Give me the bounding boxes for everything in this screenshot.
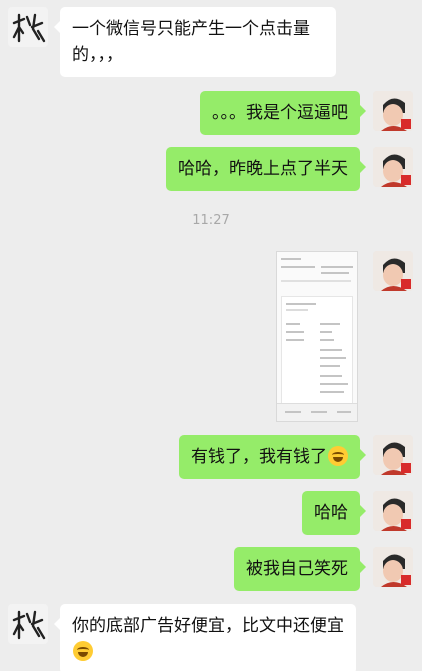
screenshot-bottom-bar bbox=[277, 403, 357, 421]
my-avatar[interactable] bbox=[373, 251, 413, 291]
contact-avatar[interactable] bbox=[8, 7, 48, 47]
message-bubble-outgoing[interactable]: 有钱了，我有钱了 bbox=[179, 435, 366, 479]
my-avatar[interactable] bbox=[373, 491, 413, 531]
my-avatar[interactable] bbox=[373, 147, 413, 187]
message-bubble-outgoing[interactable]: 被我自己笑死 bbox=[234, 547, 366, 591]
message-text: 哈哈 bbox=[314, 503, 348, 523]
message-text: 被我自己笑死 bbox=[246, 559, 348, 579]
my-avatar[interactable] bbox=[373, 435, 413, 475]
my-avatar[interactable] bbox=[373, 91, 413, 131]
timestamp: 11:27 bbox=[192, 213, 230, 228]
laughing-crying-emoji-icon bbox=[328, 446, 348, 466]
message-bubble-incoming[interactable]: 你的底部广告好便宜，比文中还便宜 bbox=[54, 604, 356, 671]
calligraphy-icon bbox=[12, 610, 46, 640]
message-text: 哈哈，昨晚上点了半天 bbox=[178, 159, 348, 179]
message-bubble-incoming[interactable]: 一个微信号只能产生一个点击量的，，， bbox=[54, 7, 336, 77]
calligraphy-icon bbox=[12, 13, 46, 43]
message-bubble-outgoing[interactable]: 哈哈 bbox=[302, 491, 366, 535]
message-text: 。。。我是个逗逼吧 bbox=[212, 103, 348, 123]
message-bubble-outgoing[interactable]: 。。。我是个逗逼吧 bbox=[200, 91, 366, 135]
contact-avatar[interactable] bbox=[8, 604, 48, 644]
portrait-icon bbox=[373, 251, 413, 291]
message-text: 你的底部广告好便宜，比文中还便宜 bbox=[72, 616, 344, 636]
screenshot-image-message[interactable] bbox=[276, 251, 358, 422]
screenshot-content-card bbox=[281, 296, 353, 404]
message-bubble-outgoing[interactable]: 哈哈，昨晚上点了半天 bbox=[166, 147, 366, 191]
portrait-icon bbox=[373, 91, 413, 131]
message-text: 有钱了，我有钱了 bbox=[191, 447, 327, 467]
my-avatar[interactable] bbox=[373, 547, 413, 587]
portrait-icon bbox=[373, 147, 413, 187]
portrait-icon bbox=[373, 491, 413, 531]
portrait-icon bbox=[373, 435, 413, 475]
message-text: 一个微信号只能产生一个点击量的，，， bbox=[72, 19, 310, 65]
laughing-crying-emoji-icon bbox=[73, 641, 93, 661]
portrait-icon bbox=[373, 547, 413, 587]
